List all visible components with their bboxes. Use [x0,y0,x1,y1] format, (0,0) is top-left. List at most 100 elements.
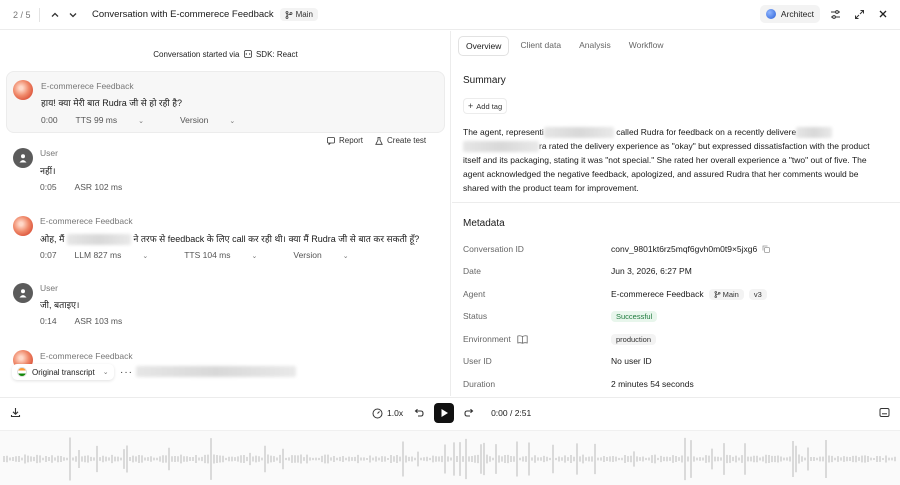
metadata-row-agent: Agent E-commerece Feedback Main v3 [463,286,893,302]
more-options-icon[interactable]: ··· [120,367,133,378]
audio-waveform[interactable] [0,430,900,485]
message-text: नहीं। [40,166,56,176]
message-meta: 0:07 LLM 827 ms ⌄ TTS 104 ms ⌄ Version ⌄ [40,250,385,260]
transcript-panel: Conversation started via SDK: React E-co… [0,31,451,396]
metadata-label: Agent [463,289,486,299]
message-time: 0:07 [40,250,57,260]
metadata-label: Status [463,311,488,321]
agent-branch-label: Main [722,289,739,299]
status-badge: Successful [611,310,658,322]
conversation-title: Conversation with E-commerece Feedback [92,9,274,20]
summary-text: The agent, representi called Rudra for f… [463,125,883,195]
book-icon[interactable] [517,334,528,344]
chevron-down-icon: ⌄ [138,118,144,125]
message-user[interactable]: User जी, बताइए। 0:14 ASR 103 ms [6,279,445,335]
message-meta: 0:14 ASR 103 ms [40,316,140,326]
architect-button[interactable]: Architect [759,5,820,23]
add-tag-button[interactable]: + Add tag [463,98,508,114]
message-agent[interactable]: E-commerece Feedback हाय! क्या मेरी बात … [6,71,445,133]
chevron-down-icon: ⌄ [102,369,109,376]
add-tag-label: Add tag [476,101,503,111]
metadata-label: Duration [463,379,496,389]
metadata-row-conversation-id: Conversation ID conv_9801kt6rz5mqf6gvh0m… [463,241,893,257]
play-button[interactable] [434,403,455,423]
metadata-row-duration: Duration 2 minutes 54 seconds [463,376,893,392]
speed-icon [372,408,383,418]
tab-overview[interactable]: Overview [458,36,510,56]
expand-icon [854,9,864,19]
message-text: हाय! क्या मेरी बात Rudra जी से हो रही है… [41,98,182,108]
branch-chip: Main [279,8,318,21]
expand-button[interactable] [850,5,868,23]
transcript-language-label: Original transcript [32,367,95,377]
chevron-down-icon: ⌄ [251,253,258,260]
audio-player: 1.0x 0:00 / 2:51 [0,397,900,429]
message-agent[interactable]: E-commerece Feedback ओह, मैं ने तरफ से f… [6,213,445,271]
tts-metric[interactable]: TTS 99 ms ⌄ [76,115,162,125]
tts-metric[interactable]: TTS 104 ms ⌄ [184,250,275,260]
architect-icon [765,9,776,19]
top-bar: 2 / 5 Conversation with E-commerece Feed… [0,0,900,30]
message-text-start: ओह, मैं [40,234,65,244]
agent-version-badge: v3 [748,288,767,300]
metadata-label: Conversation ID [463,244,524,254]
llm-metric[interactable]: LLM 827 ms ⌄ [75,250,167,260]
chevron-down-icon: ⌄ [229,118,236,125]
summary-title: Summary [463,75,506,86]
plus-icon: + [468,101,474,111]
skip-back-button[interactable] [413,408,424,419]
copy-icon[interactable] [762,245,771,253]
transcript-language-dropdown[interactable]: Original transcript ⌄ [12,364,114,380]
tab-client-data[interactable]: Client data [513,36,568,56]
playback-time: 0:00 / 2:51 [491,408,532,418]
message-meta: 0:05 ASR 102 ms [40,182,140,192]
environment-badge: production [611,333,657,345]
metadata-value: No user ID [611,356,652,366]
redacted-text [543,127,614,139]
playback-speed-button[interactable]: 1.0x [372,408,403,419]
tab-workflow[interactable]: Workflow [622,36,671,56]
conversation-started-note: Conversation started via SDK: React [0,50,450,59]
next-conversation-button[interactable] [64,6,82,24]
chevron-down-icon [69,12,77,17]
player-controls: 1.0x 0:00 / 2:51 [372,403,531,423]
india-flag-icon [17,367,27,377]
rewind-icon [414,408,424,417]
version-label: Version [179,115,209,125]
message-text: जी, बताइए। [40,300,80,310]
message-time: 0:00 [41,115,58,125]
download-button[interactable] [10,407,21,420]
agent-branch-chip: Main [708,288,744,300]
redacted-text [66,234,131,246]
skip-forward-button[interactable] [464,408,475,419]
waveform-graphic [3,437,896,481]
chevron-down-icon: ⌄ [142,253,149,260]
agent-avatar [13,80,33,100]
metadata-value: production [611,333,657,345]
captions-icon [879,408,890,417]
message-user[interactable]: User नहीं। 0:05 ASR 102 ms [6,143,445,201]
close-icon [879,10,887,18]
message-sender: User [40,148,58,158]
section-divider [452,202,900,203]
architect-label: Architect [780,9,814,19]
metadata-label: Environment [463,334,611,344]
settings-sliders-button[interactable] [826,5,844,23]
prev-conversation-button[interactable] [46,6,64,24]
close-button[interactable] [874,5,892,23]
metadata-value: Successful [611,310,658,322]
user-icon [19,154,27,163]
chevron-up-icon [51,12,59,17]
playback-speed-label: 1.0x [387,408,404,418]
agent-name[interactable]: E-commerece Feedback [611,289,704,299]
metadata-title: Metadata [463,218,505,229]
tab-analysis[interactable]: Analysis [572,36,618,56]
forward-icon [464,408,474,417]
metadata-row-date: Date Jun 3, 2026, 6:27 PM [463,263,893,279]
asr-metric: ASR 103 ms [74,316,123,326]
agent-avatar [13,216,33,236]
version-dropdown[interactable]: Version ⌄ [293,250,366,260]
captions-button[interactable] [879,407,890,420]
redacted-text [796,127,833,139]
version-dropdown[interactable]: Version ⌄ [180,115,253,125]
